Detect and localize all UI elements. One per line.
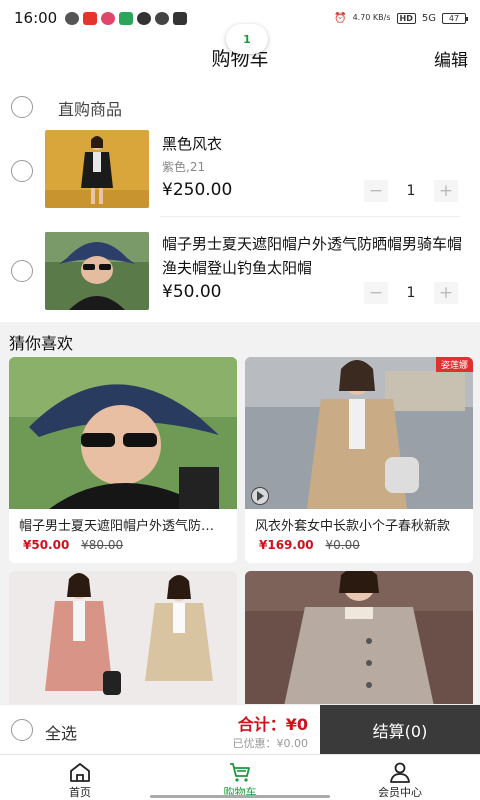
tab-label: 首页 — [69, 786, 91, 799]
app-notification-icon — [83, 11, 98, 25]
recommend-card[interactable] — [9, 571, 237, 711]
chat-icon — [155, 11, 170, 25]
card-title: 风衣外套女中长款小个子春秋新款 — [255, 519, 451, 534]
bottom-tab-bar: 首页 购物车 会员中心 — [0, 754, 480, 800]
cart-item: 黑色风衣 紫色,21 ¥250.00 − 1 + — [0, 130, 480, 222]
battery-icon: 47 — [442, 12, 468, 24]
home-indicator — [150, 795, 330, 798]
product-price: ¥250.00 — [162, 180, 233, 200]
select-all-label[interactable]: 全选 — [45, 720, 77, 744]
hd-icon: HD — [396, 12, 416, 24]
card-price: ¥50.00 — [23, 538, 70, 552]
notification-icons — [65, 11, 188, 25]
tab-cart[interactable]: 购物车 — [160, 755, 320, 800]
total-amount: 合计：¥0 — [237, 715, 308, 734]
cart-icon — [230, 763, 250, 782]
checkout-bar: 全选 合计：¥0 已优惠：¥0.00 结算(0) — [0, 704, 480, 755]
card-old-price: ¥80.00 — [81, 538, 124, 552]
net-speed: 4.70 KB/s — [352, 13, 391, 22]
app-notification-icon — [173, 11, 188, 25]
quantity-stepper: − 1 + — [364, 282, 458, 304]
battery-level: 47 — [448, 13, 460, 23]
card-prices: ¥169.00 ¥0.00 — [245, 534, 473, 556]
network-type: 5G — [421, 12, 436, 24]
group-label: 直购商品 — [58, 100, 123, 119]
cart-section: 直购商品 黑色风衣 紫色,21 ¥250.00 − 1 + 帽子男士夏天遮阳帽户… — [0, 82, 480, 322]
card-price: ¥169.00 — [259, 538, 314, 552]
item-divider — [160, 216, 460, 217]
section-title: 猜你喜欢 — [9, 334, 74, 353]
edit-button[interactable]: 编辑 — [434, 46, 468, 71]
product-name[interactable]: 黑色风衣 — [162, 132, 462, 156]
floating-badge[interactable]: 1 — [226, 24, 268, 54]
status-time: 16:00 — [14, 9, 58, 27]
product-image[interactable] — [9, 571, 237, 711]
play-icon[interactable] — [251, 487, 269, 505]
weibo-icon — [137, 11, 152, 25]
alarm-icon: ⏰ — [334, 12, 347, 24]
product-image[interactable] — [245, 571, 473, 711]
item-select-radio[interactable] — [11, 260, 33, 282]
floating-badge-text: 1 — [243, 32, 251, 46]
discount-amount: 已优惠：¥0.00 — [232, 737, 309, 750]
increase-button[interactable]: + — [434, 180, 458, 202]
tab-member-center[interactable]: 会员中心 — [320, 755, 480, 800]
checkout-button[interactable]: 结算(0) — [320, 705, 480, 755]
app-notification-icon — [101, 11, 116, 25]
quantity-stepper: − 1 + — [364, 180, 458, 202]
app-notification-icon — [119, 11, 134, 25]
product-price: ¥50.00 — [162, 282, 222, 302]
card-prices: ¥50.00 ¥80.00 — [9, 534, 237, 556]
recommend-card[interactable] — [245, 571, 473, 711]
quantity-value[interactable]: 1 — [388, 282, 434, 304]
product-image[interactable] — [9, 357, 237, 509]
item-select-radio[interactable] — [11, 160, 33, 182]
quantity-value[interactable]: 1 — [388, 180, 434, 202]
card-title: 帽子男士夏天遮阳帽户外透气防晒帽男骑车帽 — [19, 519, 237, 534]
select-all-radio[interactable] — [11, 719, 33, 741]
brand-tag: 姿莲娜 — [435, 357, 473, 372]
user-icon — [390, 762, 410, 783]
tab-home[interactable]: 首页 — [0, 755, 160, 800]
cart-item: 帽子男士夏天遮阳帽户外透气防晒帽男骑车帽渔夫帽登山钓鱼太阳帽 ¥50.00 − … — [0, 232, 480, 324]
decrease-button[interactable]: − — [364, 180, 388, 202]
bell-icon — [65, 11, 80, 25]
tab-label: 会员中心 — [378, 786, 422, 799]
home-icon — [70, 763, 90, 782]
recommend-card[interactable]: 姿莲娜 风衣外套女中长款小个子春秋新款 ¥169.00 ¥0.00 — [245, 357, 473, 563]
product-image[interactable] — [45, 232, 149, 310]
product-image[interactable]: 姿莲娜 — [245, 357, 473, 509]
system-icons: ⏰ 4.70 KB/s HD 5G 47 — [334, 12, 468, 24]
product-spec: 紫色,21 — [162, 160, 206, 174]
recommend-card[interactable]: 帽子男士夏天遮阳帽户外透气防晒帽男骑车帽 ¥50.00 ¥80.00 — [9, 357, 237, 563]
decrease-button[interactable]: − — [364, 282, 388, 304]
product-name[interactable]: 帽子男士夏天遮阳帽户外透气防晒帽男骑车帽渔夫帽登山钓鱼太阳帽 — [162, 232, 462, 280]
increase-button[interactable]: + — [434, 282, 458, 304]
card-old-price: ¥0.00 — [325, 538, 360, 552]
group-select-radio[interactable] — [11, 96, 33, 118]
product-image[interactable] — [45, 130, 149, 208]
